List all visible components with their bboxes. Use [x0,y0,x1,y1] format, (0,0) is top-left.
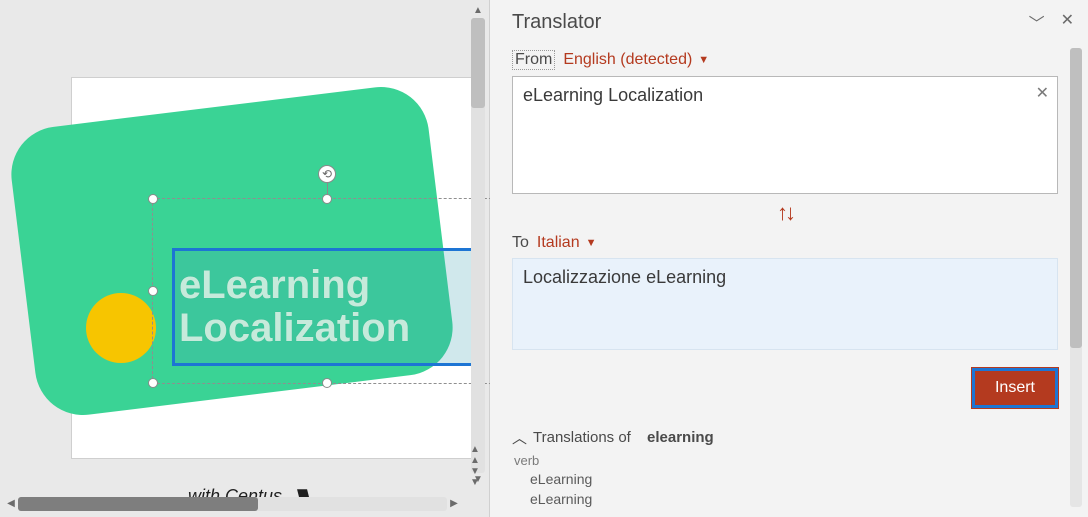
title-line-1: eLearning [179,263,370,307]
scroll-right-button[interactable]: ▶ [447,497,461,511]
to-language-value: Italian [537,234,580,252]
swap-languages-button[interactable]: ↑↓ [512,200,1058,226]
prev-slide-button[interactable]: ▲ [467,445,483,455]
yellow-circle-shape[interactable] [86,293,156,363]
resize-handle-ml[interactable] [148,286,158,296]
resize-handle-bc[interactable] [322,378,332,388]
slide-canvas[interactable]: ⟲ eLearning Localization [8,8,466,488]
from-language-value: English (detected) [563,51,692,69]
chevron-down-icon: ▼ [586,237,597,249]
insert-button-label: Insert [995,379,1035,396]
slide-title-text[interactable]: eLearning Localization [175,264,410,350]
to-label: To [512,234,529,252]
resize-handle-tl[interactable] [148,194,158,204]
dictionary-heading[interactable]: ︿ Translations of elearning [512,426,1058,447]
slide[interactable]: ⟲ eLearning Localization [72,78,472,458]
source-text-box[interactable]: eLearning Localization ✕ [512,76,1058,194]
next-slide-button-2[interactable]: ▼ [467,478,483,488]
dict-item[interactable]: eLearning [530,490,1058,510]
pane-collapse-button[interactable]: ﹀ [1029,10,1045,34]
right-vertical-scrollbar[interactable] [1070,48,1082,507]
dict-part-of-speech: verb [514,453,1058,468]
title-text-frame[interactable]: eLearning Localization [172,248,482,366]
pane-close-button[interactable]: ✕ [1061,10,1074,34]
source-text: eLearning Localization [523,85,703,105]
dict-keyword: elearning [647,429,714,446]
target-text: Localizzazione eLearning [523,267,726,287]
pane-body: From English (detected) ▼ eLearning Loca… [490,42,1088,517]
from-language-selector[interactable]: English (detected) ▼ [563,51,709,69]
rotate-handle[interactable]: ⟲ [318,165,336,183]
chevron-down-icon: ▼ [698,54,709,66]
insert-button[interactable]: Insert [972,368,1058,408]
scroll-left-button[interactable]: ◀ [4,497,18,511]
dictionary-section: ︿ Translations of elearning verb eLearni… [512,426,1058,509]
to-language-selector[interactable]: Italian ▼ [537,234,597,252]
left-horizontal-scrollbar[interactable]: ◀ ▶ [4,497,461,511]
scroll-thumb[interactable] [471,18,485,108]
translator-pane: Translator ﹀ ✕ From English (detected) ▼… [490,0,1088,517]
target-text-box[interactable]: Localizzazione eLearning [512,258,1058,350]
left-vertical-scrollbar[interactable]: ▲ ▼ [471,4,485,487]
slide-nav-buttons: ▲ ▲ ▼ ▼ [467,444,483,489]
pane-title: Translator [512,11,601,34]
pane-header: Translator ﹀ ✕ [490,0,1088,42]
scroll-thumb[interactable] [1070,48,1082,348]
slide-canvas-pane: ⟲ eLearning Localization [0,0,490,517]
clear-source-button[interactable]: ✕ [1036,83,1049,103]
to-row: To Italian ▼ [512,234,1058,252]
prev-slide-button-2[interactable]: ▲ [467,456,483,466]
hscroll-thumb[interactable] [18,497,258,511]
resize-handle-tc[interactable] [322,194,332,204]
scroll-up-button[interactable]: ▲ [471,4,485,18]
from-row: From English (detected) ▼ [512,50,1058,70]
dict-heading-prefix: Translations of [533,429,631,446]
resize-handle-bl[interactable] [148,378,158,388]
dict-item[interactable]: eLearning [530,470,1058,490]
title-line-2: Localization [179,306,410,350]
collapse-icon: ︿ [512,427,527,448]
from-label: From [512,50,555,70]
next-slide-button[interactable]: ▼ [467,467,483,477]
